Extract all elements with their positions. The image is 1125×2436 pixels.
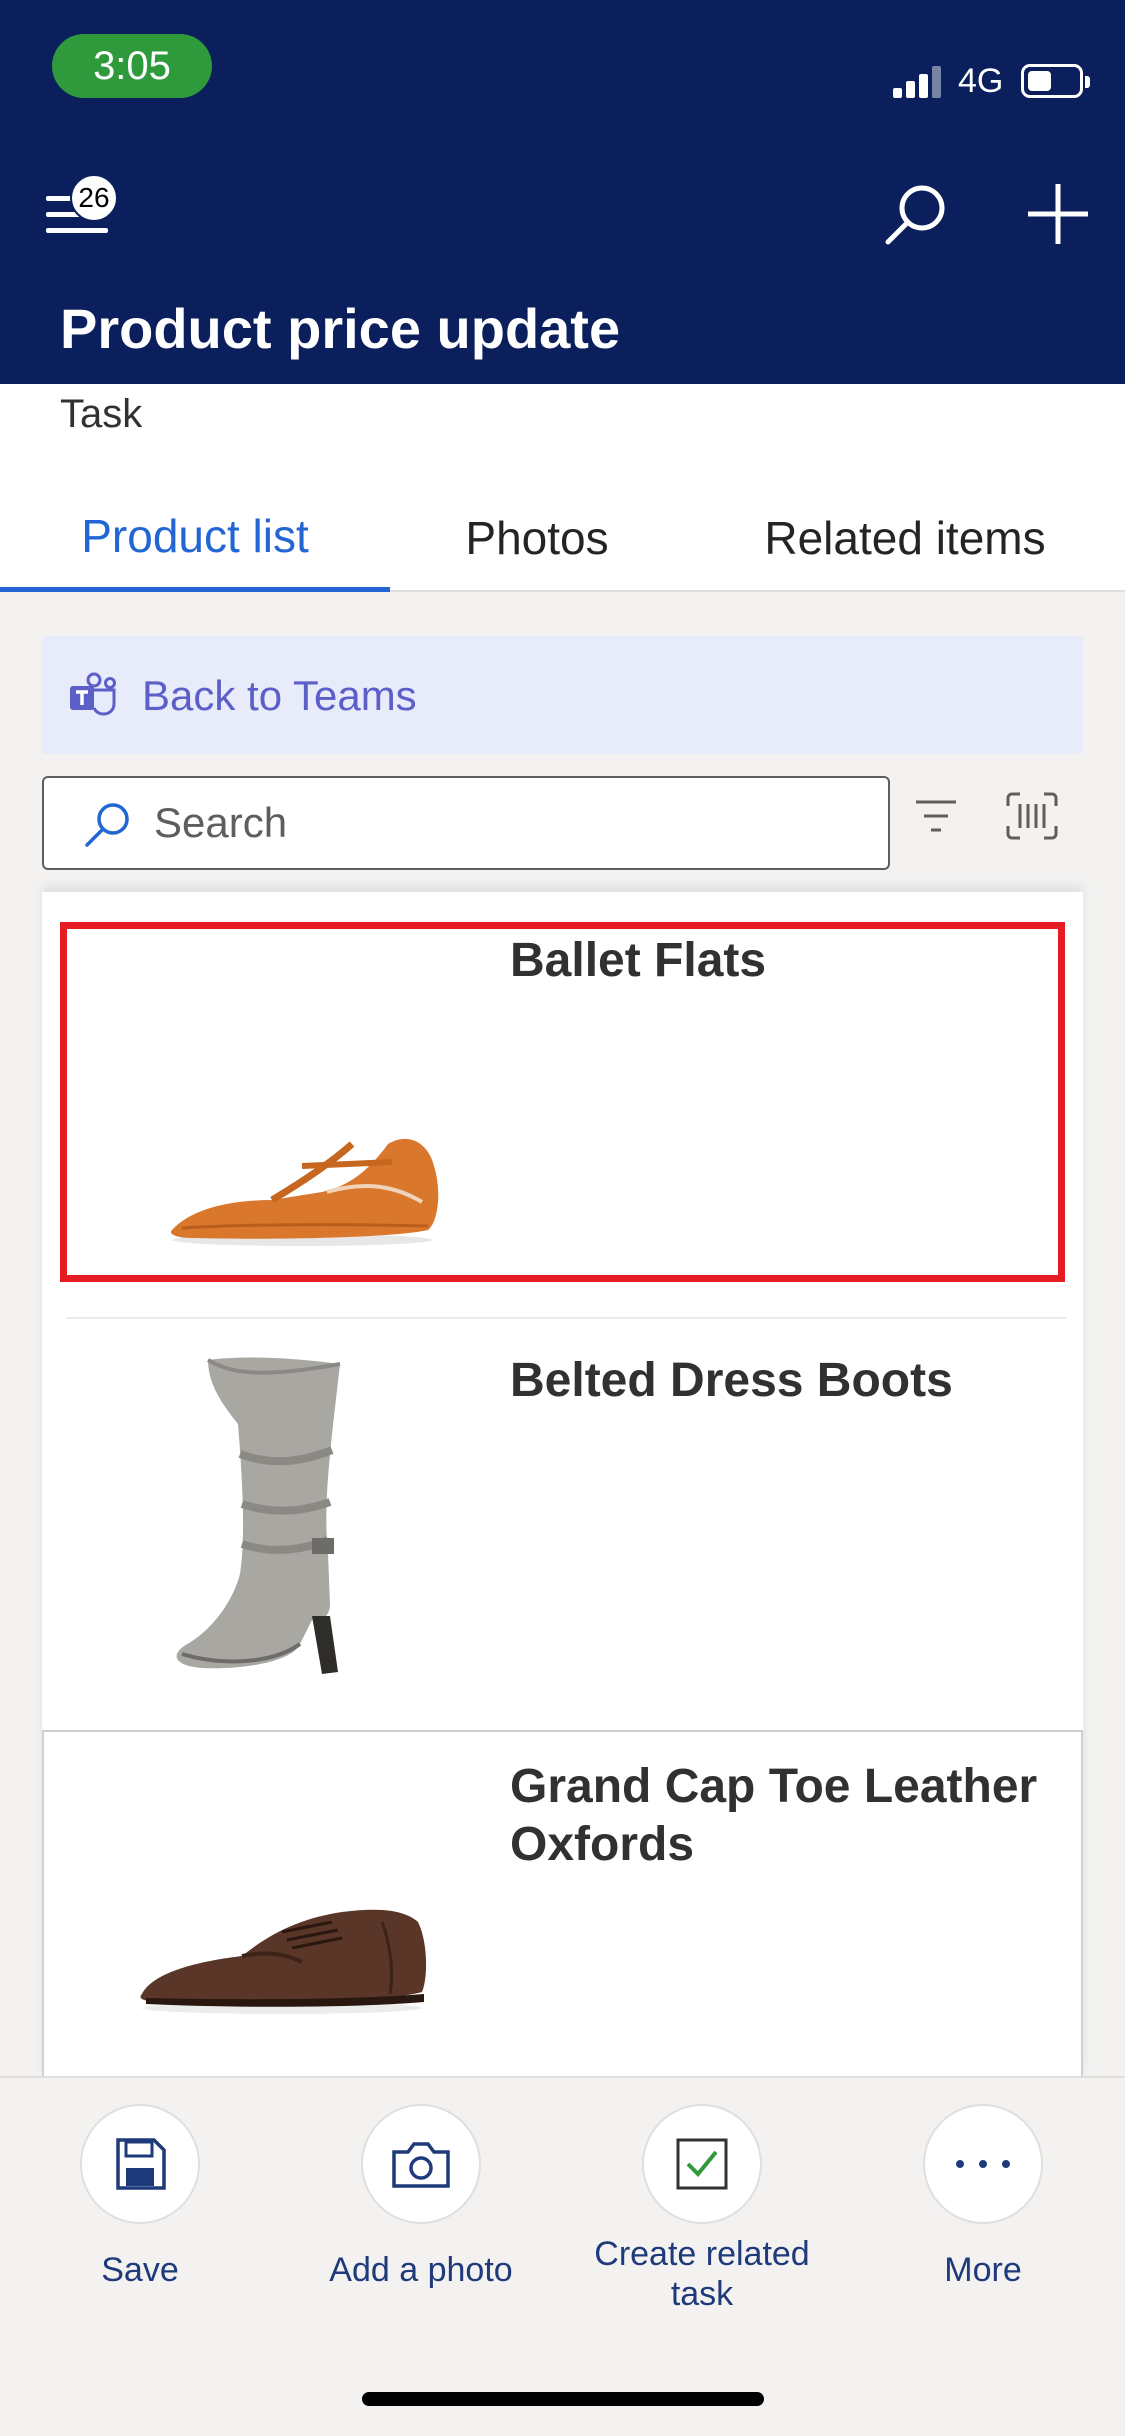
back-to-teams-label: Back to Teams xyxy=(142,672,417,719)
app-header: 3:05 4G 26 Product price update xyxy=(0,0,1125,384)
product-image-belted-dress-boots xyxy=(176,1357,341,1674)
tab-photos[interactable]: Photos xyxy=(420,484,654,592)
status-time: 3:05 xyxy=(52,34,212,98)
product-image-ballet-flats xyxy=(170,1138,439,1246)
entity-label: Task xyxy=(60,392,143,436)
add-photo-button[interactable]: Add a photo xyxy=(291,2104,551,2290)
checkbox-icon xyxy=(676,2138,728,2190)
back-to-teams-button[interactable]: Back to Teams xyxy=(42,636,1083,754)
signal-icon xyxy=(893,66,943,98)
product-list: Ballet Flats Belted Dress Boots Grand Ca… xyxy=(42,892,1083,2076)
more-button[interactable]: More xyxy=(853,2104,1113,2290)
create-related-task-label: Create related task xyxy=(594,2235,810,2313)
product-name: Belted Dress Boots xyxy=(510,1354,953,1407)
filter-icon[interactable] xyxy=(912,796,960,836)
more-icon xyxy=(956,2160,1010,2168)
product-name: Grand Cap Toe Leather Oxfords xyxy=(510,1760,1038,1871)
subheader: Task Product list Photos Related items xyxy=(0,384,1125,592)
list-item[interactable]: Ballet Flats xyxy=(42,892,1083,1322)
tab-related-items[interactable]: Related items xyxy=(740,484,1070,592)
plus-icon[interactable] xyxy=(1026,182,1090,246)
battery-icon xyxy=(1021,64,1090,98)
product-name: Ballet Flats xyxy=(510,934,767,987)
create-related-task-button[interactable]: Create related task xyxy=(572,2104,832,2314)
home-indicator[interactable] xyxy=(362,2392,764,2406)
divider xyxy=(66,1317,1066,1319)
teams-icon xyxy=(70,672,116,716)
product-image-oxford-shoes xyxy=(140,1909,427,2014)
save-button[interactable]: Save xyxy=(10,2104,270,2290)
page-title: Product price update xyxy=(60,297,621,360)
barcode-scanner-icon[interactable] xyxy=(1006,792,1058,840)
tab-product-list[interactable]: Product list xyxy=(0,484,390,592)
list-item[interactable]: Belted Dress Boots xyxy=(42,1324,1083,1730)
notification-badge: 26 xyxy=(70,174,118,222)
save-label: Save xyxy=(101,2251,179,2289)
network-type: 4G xyxy=(958,62,1004,100)
save-icon xyxy=(116,2138,166,2190)
search-icon[interactable] xyxy=(880,180,950,250)
camera-icon xyxy=(392,2142,450,2188)
search-icon xyxy=(85,803,129,847)
tab-bar: Product list Photos Related items xyxy=(0,484,1125,592)
search-input[interactable] xyxy=(154,792,854,854)
command-bar: Save Add a photo Create related task Mor… xyxy=(0,2076,1125,2436)
search-field[interactable] xyxy=(42,776,890,870)
list-item[interactable]: Grand Cap Toe Leather Oxfords xyxy=(42,1732,1083,2076)
add-photo-label: Add a photo xyxy=(329,2251,513,2289)
more-label: More xyxy=(944,2251,1022,2289)
